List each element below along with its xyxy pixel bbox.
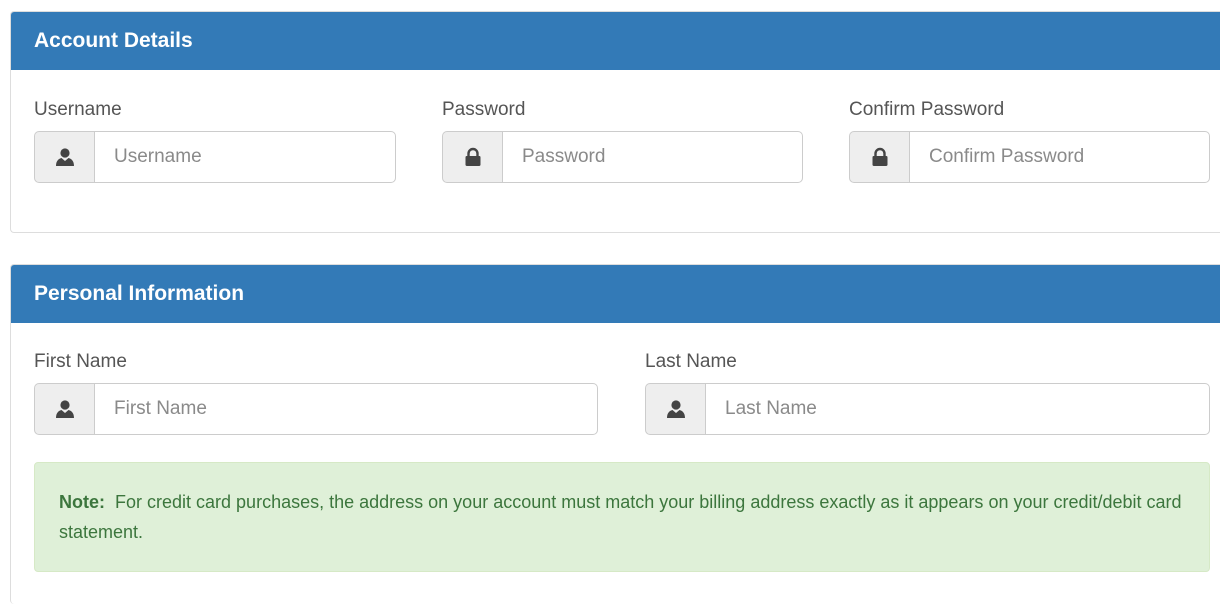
lock-icon (465, 147, 480, 166)
first-name-input-group (34, 383, 598, 435)
password-label: Password (442, 99, 526, 120)
note-text: For credit card purchases, the address o… (59, 492, 1182, 542)
lock-icon (872, 147, 887, 166)
last-name-field-group: Last Name (645, 349, 1210, 435)
username-label: Username (34, 99, 122, 120)
username-field-group: Username (34, 97, 396, 183)
username-addon (34, 131, 94, 183)
confirm-password-input[interactable] (909, 131, 1210, 183)
personal-information-panel: Personal Information First Name Last Nam… (10, 264, 1220, 604)
confirm-password-input-group (849, 131, 1210, 183)
confirm-password-label: Confirm Password (849, 99, 1005, 120)
account-details-heading: Account Details (11, 12, 1220, 70)
password-addon (442, 131, 502, 183)
personal-information-heading: Personal Information (11, 265, 1220, 323)
user-icon (55, 148, 74, 166)
first-name-input[interactable] (94, 383, 598, 435)
username-input-group (34, 131, 396, 183)
user-icon (666, 400, 685, 418)
confirm-password-addon (849, 131, 909, 183)
user-icon (55, 400, 74, 418)
password-field-group: Password (442, 97, 803, 183)
confirm-password-field-group: Confirm Password (849, 97, 1210, 183)
note-prefix: Note: (59, 492, 105, 512)
first-name-addon (34, 383, 94, 435)
last-name-input[interactable] (705, 383, 1210, 435)
first-name-field-group: First Name (34, 349, 598, 435)
last-name-addon (645, 383, 705, 435)
last-name-input-group (645, 383, 1210, 435)
last-name-label: Last Name (645, 351, 737, 372)
username-input[interactable] (94, 131, 396, 183)
first-name-label: First Name (34, 351, 127, 372)
billing-address-note: Note: For credit card purchases, the add… (34, 462, 1210, 572)
password-input[interactable] (502, 131, 803, 183)
account-details-panel: Account Details Username Password (10, 11, 1220, 233)
password-input-group (442, 131, 803, 183)
